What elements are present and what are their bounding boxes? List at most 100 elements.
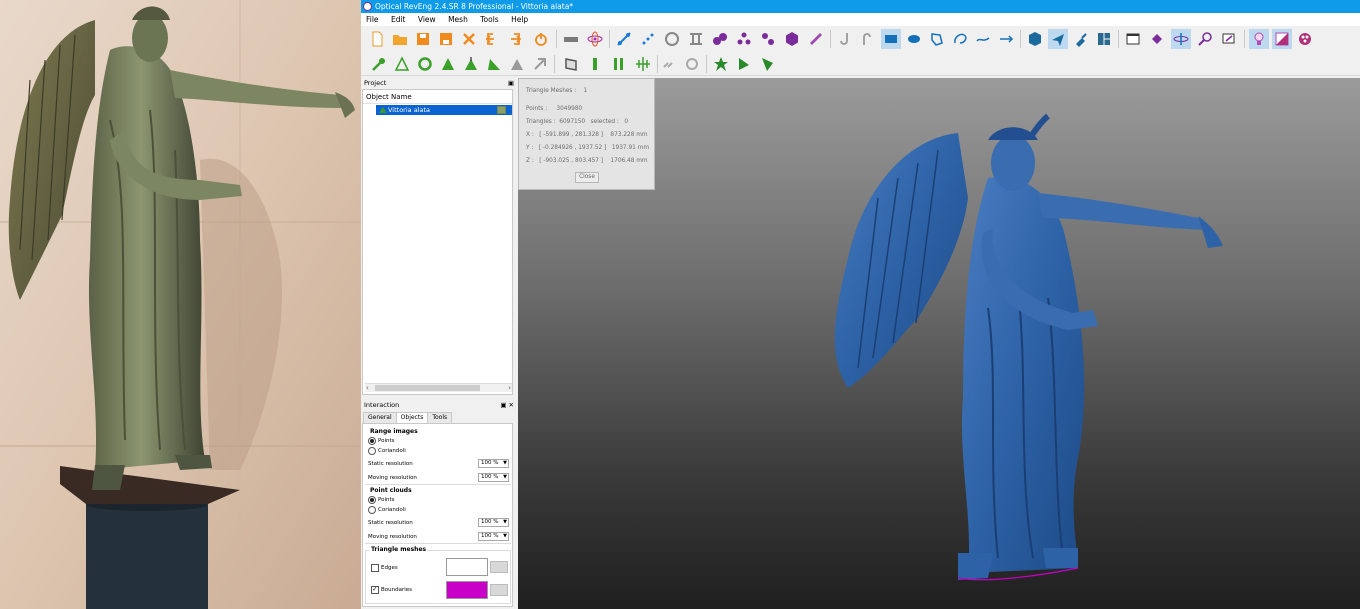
green-cone-icon[interactable] xyxy=(757,54,777,74)
main-toolbar xyxy=(361,27,1360,51)
edges-color-button[interactable] xyxy=(490,561,508,573)
horizontal-scrollbar[interactable]: ‹ › xyxy=(365,383,512,392)
shade-icon[interactable] xyxy=(1272,29,1292,49)
range-moving-label: Moving resolution xyxy=(368,475,417,481)
tree-item-label: Vittoria alata xyxy=(388,106,431,114)
diamond-icon[interactable] xyxy=(1147,29,1167,49)
triangle-edit-icon[interactable] xyxy=(461,54,481,74)
close-button[interactable]: Close xyxy=(575,172,599,183)
boundaries-checkbox[interactable]: Boundaries xyxy=(371,585,412,594)
edges-color-box[interactable] xyxy=(446,558,488,576)
unlink-icon[interactable] xyxy=(682,54,702,74)
axis-icon[interactable] xyxy=(1171,29,1191,49)
boundaries-color-button[interactable] xyxy=(490,584,508,596)
interaction-tabs: General Objects Tools xyxy=(363,412,453,424)
recycle-icon[interactable] xyxy=(415,54,435,74)
bar-icon[interactable] xyxy=(585,54,605,74)
save-icon[interactable] xyxy=(413,29,433,49)
lasso-icon[interactable] xyxy=(950,29,970,49)
menu-mesh[interactable]: Mesh xyxy=(443,13,473,26)
menu-view[interactable]: View xyxy=(413,13,441,26)
object-name-column-header[interactable]: Object Name xyxy=(363,90,512,104)
boundaries-color-box[interactable] xyxy=(446,581,488,599)
mesh-color-swatch[interactable] xyxy=(497,106,506,114)
tree-item-mesh[interactable]: Vittoria alata xyxy=(376,105,512,115)
panel-controls-icon[interactable]: ▣ ✕ xyxy=(500,400,514,410)
save-as-icon[interactable] xyxy=(436,29,456,49)
rotate-icon[interactable] xyxy=(662,29,682,49)
points-align-icon[interactable] xyxy=(638,29,658,49)
object-tree: Object Name Vittoria alata ‹ › xyxy=(362,89,513,395)
window-icon[interactable] xyxy=(1123,29,1143,49)
ellipse-select-icon[interactable] xyxy=(904,29,924,49)
tab-tools[interactable]: Tools xyxy=(427,412,453,423)
range-static-select[interactable]: 100 % xyxy=(478,459,509,468)
triangle-smooth-icon[interactable] xyxy=(484,54,504,74)
fix-grey-icon[interactable] xyxy=(530,54,550,74)
spheres-icon[interactable] xyxy=(758,29,778,49)
cloud-moving-label: Moving resolution xyxy=(368,534,417,540)
tool-icon[interactable] xyxy=(686,29,706,49)
cloud-coriandoli-radio[interactable]: Coriandoli xyxy=(368,506,406,514)
arrow-line-icon[interactable] xyxy=(996,29,1016,49)
menu-file[interactable]: File xyxy=(361,13,384,26)
scroll-right-icon[interactable]: › xyxy=(508,384,511,392)
ruler-icon[interactable] xyxy=(806,29,826,49)
zoom-icon[interactable] xyxy=(1195,29,1215,49)
green-star-icon[interactable] xyxy=(711,54,731,74)
hexagon-icon[interactable] xyxy=(782,29,802,49)
layout-icon[interactable] xyxy=(1094,29,1114,49)
export-icon[interactable] xyxy=(505,29,525,49)
new-file-icon[interactable] xyxy=(367,29,387,49)
wrench-icon[interactable] xyxy=(369,54,389,74)
range-points-radio[interactable]: Points xyxy=(368,437,395,445)
screen-icon[interactable] xyxy=(1219,29,1239,49)
cloud-moving-select[interactable]: 100 % xyxy=(478,532,509,541)
menu-help[interactable]: Help xyxy=(506,13,533,26)
app-logo-icon xyxy=(363,2,372,11)
mesh-grid-icon[interactable] xyxy=(633,54,653,74)
scanner-icon[interactable] xyxy=(561,29,581,49)
triangle-meshes-group: Triangle meshes Edges Boundaries xyxy=(365,546,511,604)
range-images-group: Range images Points Coriandoli Static re… xyxy=(365,428,511,485)
cube-view-icon[interactable] xyxy=(1025,29,1045,49)
cloud-points-radio[interactable]: Points xyxy=(368,496,395,504)
range-moving-select[interactable]: 100 % xyxy=(478,473,509,482)
plane-icon[interactable] xyxy=(1048,29,1068,49)
line-icon[interactable] xyxy=(973,29,993,49)
curve-icon[interactable] xyxy=(858,29,878,49)
menu-edit[interactable]: Edit xyxy=(386,13,411,26)
clean-icon[interactable] xyxy=(1071,29,1091,49)
open-folder-icon[interactable] xyxy=(390,29,410,49)
cluster-icon[interactable] xyxy=(734,29,754,49)
surface-icon[interactable] xyxy=(561,54,581,74)
range-coriandoli-radio[interactable]: Coriandoli xyxy=(368,447,406,455)
power-icon[interactable] xyxy=(531,29,551,49)
align-icon[interactable] xyxy=(614,29,634,49)
cloud-static-label: Static resolution xyxy=(368,520,413,526)
float-panel-icon[interactable]: ▣ xyxy=(508,78,514,88)
merge-icon[interactable] xyxy=(710,29,730,49)
palette-icon[interactable] xyxy=(1295,29,1315,49)
hook-icon[interactable] xyxy=(835,29,855,49)
triangle-fill-icon[interactable] xyxy=(438,54,458,74)
cloud-static-select[interactable]: 100 % xyxy=(478,518,509,527)
triangle-grey-icon[interactable] xyxy=(507,54,527,74)
double-bar-icon[interactable] xyxy=(609,54,629,74)
polygon-select-icon[interactable] xyxy=(927,29,947,49)
project-panel: Project ▣ Object Name Vittoria alata ‹ › xyxy=(361,78,517,398)
link-icon[interactable] xyxy=(659,54,679,74)
light-icon[interactable] xyxy=(1249,29,1269,49)
triangle-outline-icon[interactable] xyxy=(392,54,412,74)
menu-tools[interactable]: Tools xyxy=(475,13,503,26)
delete-x-icon[interactable] xyxy=(459,29,479,49)
rectangle-select-icon[interactable] xyxy=(881,29,901,49)
atom-icon[interactable] xyxy=(585,29,605,49)
tab-general[interactable]: General xyxy=(363,412,397,423)
scroll-left-icon[interactable]: ‹ xyxy=(366,384,369,392)
project-panel-header: Project ▣ xyxy=(361,78,517,88)
import-icon[interactable] xyxy=(482,29,502,49)
scrollbar-thumb[interactable] xyxy=(375,385,480,391)
edges-checkbox[interactable]: Edges xyxy=(371,564,398,572)
green-arrow-icon[interactable] xyxy=(734,54,754,74)
